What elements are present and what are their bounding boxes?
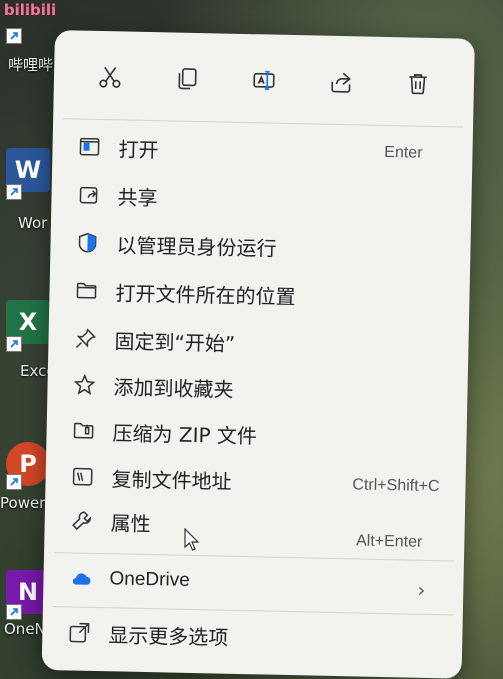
share-button[interactable] xyxy=(316,58,365,107)
trash-icon xyxy=(409,74,427,95)
copy-path-icon xyxy=(67,461,98,492)
rename-icon xyxy=(253,70,275,90)
bilibili-icon: bilibili xyxy=(3,1,57,19)
shortcut-arrow-icon xyxy=(6,604,22,620)
shortcut-arrow-icon xyxy=(6,184,22,200)
copy-icon xyxy=(178,68,197,90)
cloud-icon xyxy=(65,563,96,594)
menu-item-onedrive[interactable]: OneDrive › xyxy=(51,558,456,606)
menu-item-label: 打开 xyxy=(118,136,159,162)
context-menu: 打开 Enter 共享 以管理员身份运行 打开文件所在的位置 固定到“开始” 添… xyxy=(41,30,475,679)
menu-item-label: 显示更多选项 xyxy=(108,622,229,650)
desktop-icon-label: Wor xyxy=(18,214,48,232)
cut-button[interactable] xyxy=(86,53,135,102)
menu-item-open[interactable]: 打开 Enter xyxy=(60,126,465,174)
delete-button[interactable] xyxy=(393,59,442,108)
share-icon xyxy=(331,72,351,93)
open-icon xyxy=(74,131,105,162)
menu-item-label: 以管理员身份运行 xyxy=(116,232,277,261)
menu-item-show-more-options[interactable]: 显示更多选项 xyxy=(50,612,455,660)
chevron-right-icon: › xyxy=(417,577,426,602)
menu-item-accelerator: Alt+Enter xyxy=(355,532,423,551)
zip-folder-icon xyxy=(68,415,99,446)
mouse-cursor-icon xyxy=(184,528,200,551)
menu-item-accelerator: Ctrl+Shift+C xyxy=(352,476,440,496)
shield-icon xyxy=(72,227,103,258)
desktop-icon-bilibili[interactable]: bilibili 哔哩哔 xyxy=(0,0,60,80)
toolbar-divider xyxy=(63,118,464,128)
menu-item-label: 打开文件所在的位置 xyxy=(115,280,296,309)
star-icon xyxy=(69,369,100,400)
menu-item-label: 属性 xyxy=(110,510,151,536)
menu-item-accelerator: Enter xyxy=(384,143,423,162)
copy-button[interactable] xyxy=(163,54,212,103)
menu-item-label: 添加到收藏夹 xyxy=(113,374,234,402)
menu-item-label: OneDrive xyxy=(109,568,190,591)
rename-button[interactable] xyxy=(239,56,288,105)
menu-item-share[interactable]: 共享 xyxy=(59,174,464,222)
menu-item-label: 复制文件地址 xyxy=(111,466,232,494)
menu-item-pin-to-start[interactable]: 固定到“开始” xyxy=(56,318,461,366)
context-menu-toolbar xyxy=(75,52,452,110)
menu-item-label: 固定到“开始” xyxy=(114,328,236,356)
desktop-icon-label: 哔哩哔 xyxy=(8,56,54,74)
scissors-icon xyxy=(99,66,121,88)
folder-icon xyxy=(71,275,102,306)
share-icon xyxy=(73,179,104,210)
wrench-icon xyxy=(66,505,97,536)
more-options-icon xyxy=(64,617,95,648)
desktop-icon-label: OneN xyxy=(4,620,46,638)
menu-item-open-file-location[interactable]: 打开文件所在的位置 xyxy=(57,270,462,318)
menu-item-label: 共享 xyxy=(117,184,158,210)
menu-item-copy-as-path[interactable]: 复制文件地址 Ctrl+Shift+C xyxy=(53,456,458,504)
pin-icon xyxy=(70,323,101,354)
shortcut-arrow-icon xyxy=(6,474,22,490)
menu-item-run-as-admin[interactable]: 以管理员身份运行 xyxy=(58,222,463,270)
menu-item-properties[interactable]: 属性 Alt+Enter xyxy=(52,500,457,551)
shortcut-arrow-icon xyxy=(6,28,22,44)
shortcut-arrow-icon xyxy=(6,336,22,352)
menu-item-add-to-favorites[interactable]: 添加到收藏夹 xyxy=(55,364,460,412)
menu-item-compress-zip[interactable]: 压缩为 ZIP 文件 xyxy=(54,410,459,458)
menu-item-label: 压缩为 ZIP 文件 xyxy=(112,420,258,448)
